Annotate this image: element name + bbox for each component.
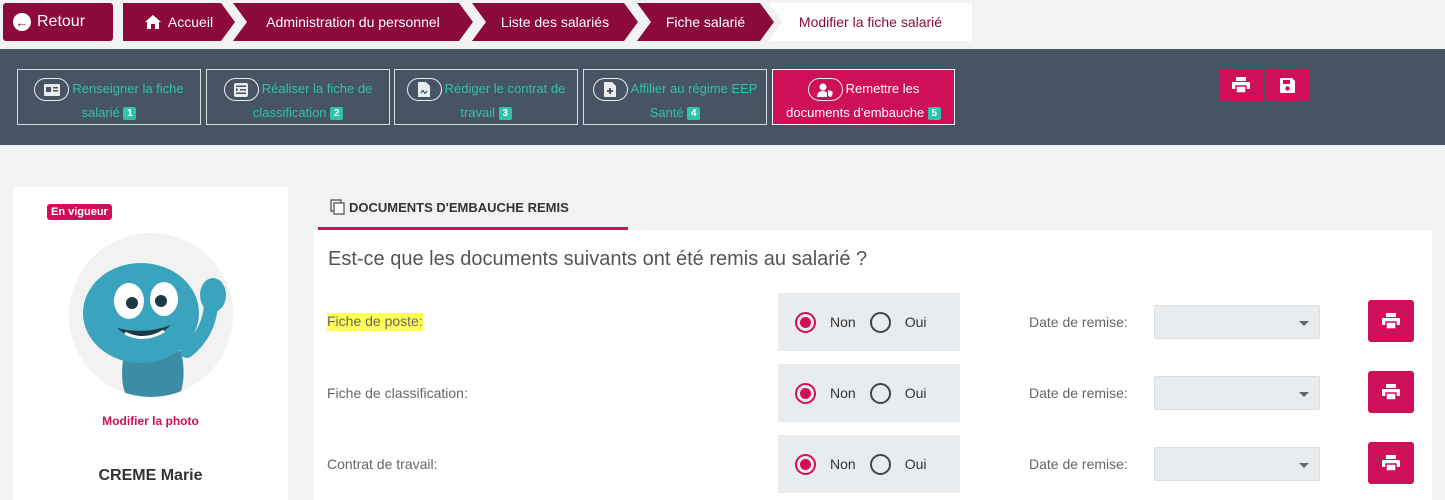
remis-radio-group: Non Oui [778,435,960,493]
save-icon [1279,77,1295,93]
step-label: Affilier au régime EEP [630,81,758,96]
step-remettre-documents[interactable]: Remettre les documents d’embauche 5 [772,69,955,125]
back-button-label: Retour [37,13,86,30]
print-button[interactable] [1219,69,1263,101]
date-label: Date de remise: [1029,385,1128,401]
step-number: 1 [123,107,137,121]
breadcrumb-label: Liste des salariés [500,14,610,30]
employee-avatar [69,233,233,397]
radio-non[interactable]: Non [795,311,856,333]
print-icon [1232,77,1250,93]
breadcrumb-label: Fiche salarié [665,14,746,30]
date-label: Date de remise: [1029,456,1128,472]
breadcrumb-item-liste-salaries[interactable]: Liste des salariés [472,3,638,41]
signed-document-icon [406,78,442,102]
print-icon [1382,313,1400,329]
print-icon [1382,455,1400,471]
radio-label: Oui [904,456,927,472]
date-remise-select[interactable] [1154,447,1320,481]
arrow-left-icon: ← [13,13,31,31]
document-label: Contrat de travail: [327,456,438,472]
step-label: documents d’embauche [786,105,925,121]
breadcrumb-item-fiche-salarie[interactable]: Fiche salarié [637,3,774,41]
breadcrumb-label: Modifier la fiche salarié [798,14,943,30]
step-contrat-travail[interactable]: Rédiger le contrat de travail 3 [394,69,578,125]
step-label: salarié [81,105,120,121]
document-row-contrat-travail: Contrat de travail: Non Oui Date de remi… [314,435,1432,493]
id-card-icon [34,78,70,102]
remis-radio-group: Non Oui [778,364,960,422]
step-renseigner-fiche[interactable]: Renseigner la fiche salarié 1 [17,69,201,125]
caret-down-icon [1299,463,1309,468]
radio-oui[interactable]: Oui [869,311,927,333]
radio-unchecked-icon [869,382,891,404]
mascot-avatar-icon [69,233,233,397]
status-badge: En vigueur [47,204,112,220]
document-row-fiche-classification: Fiche de classification: Non Oui Date de… [314,364,1432,422]
document-row-fiche-poste: Fiche de poste: Non Oui Date de remise: [314,293,1432,351]
remis-radio-group: Non Oui [778,293,960,351]
copy-icon [330,199,345,215]
step-label: Rédiger le contrat de [444,81,566,96]
tab-documents-embauche[interactable]: DOCUMENTS D'EMBAUCHE REMIS [318,187,628,230]
radio-non[interactable]: Non [795,453,856,475]
documents-panel: Est-ce que les documents suivants ont ét… [314,230,1432,500]
print-document-button[interactable] [1368,371,1414,413]
breadcrumb-label: Administration du personnel [266,14,440,30]
step-fiche-classification[interactable]: Réaliser la fiche de classification 2 [206,69,390,125]
radio-unchecked-icon [869,453,891,475]
breadcrumb-label: Accueil [167,14,214,30]
step-label: Réaliser la fiche de [261,81,373,96]
radio-label: Oui [904,385,927,401]
print-icon [1382,384,1400,400]
employee-profile-card: En vigueur Modifier la photo CREME Marie [13,187,288,500]
breadcrumb-item-accueil[interactable]: Accueil [123,3,235,41]
document-label: Fiche de poste: [327,313,423,331]
date-remise-select[interactable] [1154,305,1320,339]
modify-photo-link[interactable]: Modifier la photo [13,414,288,428]
radio-non[interactable]: Non [795,382,856,404]
radio-label: Non [830,385,856,401]
breadcrumb: ← Retour Accueil Administration du perso… [3,3,972,41]
back-button[interactable]: ← Retour [3,3,113,41]
radio-label: Non [830,314,856,330]
home-icon [145,15,161,29]
step-label: classification [252,105,327,121]
radio-checked-icon [795,453,816,475]
radio-oui[interactable]: Oui [869,382,927,404]
steps-bar: Renseigner la fiche salarié 1 Réaliser l… [0,49,1445,145]
employee-name: CREME Marie [98,467,203,484]
caret-down-icon [1299,392,1309,397]
print-document-button[interactable] [1368,442,1414,484]
caret-down-icon [1299,321,1309,326]
list-indent-icon [223,78,259,102]
radio-label: Non [830,456,856,472]
medical-file-icon [592,78,628,102]
date-label: Date de remise: [1029,314,1128,330]
radio-checked-icon [795,311,816,333]
radio-oui[interactable]: Oui [869,453,927,475]
step-number: 4 [687,107,701,121]
breadcrumb-item-current: Modifier la fiche salarié [769,3,972,41]
print-document-button[interactable] [1368,300,1414,342]
step-label: Renseigner la fiche [72,81,184,96]
step-label: Remettre les [845,81,920,96]
tab-label: DOCUMENTS D'EMBAUCHE REMIS [349,199,569,215]
radio-checked-icon [795,382,816,404]
radio-label: Oui [904,314,927,330]
step-number: 2 [330,107,344,121]
radio-unchecked-icon [869,311,891,333]
document-label: Fiche de classification: [327,385,468,401]
save-button[interactable] [1265,69,1309,101]
user-shield-icon [807,78,843,102]
step-number: 5 [927,107,941,121]
section-question: Est-ce que les documents suivants ont ét… [328,248,868,270]
step-label: travail [460,105,496,121]
step-label: Santé [649,105,684,121]
breadcrumb-item-administration[interactable]: Administration du personnel [233,3,473,41]
step-number: 3 [498,107,512,121]
step-affilier-regime[interactable]: Affilier au régime EEP Santé 4 [583,69,767,125]
date-remise-select[interactable] [1154,376,1320,410]
